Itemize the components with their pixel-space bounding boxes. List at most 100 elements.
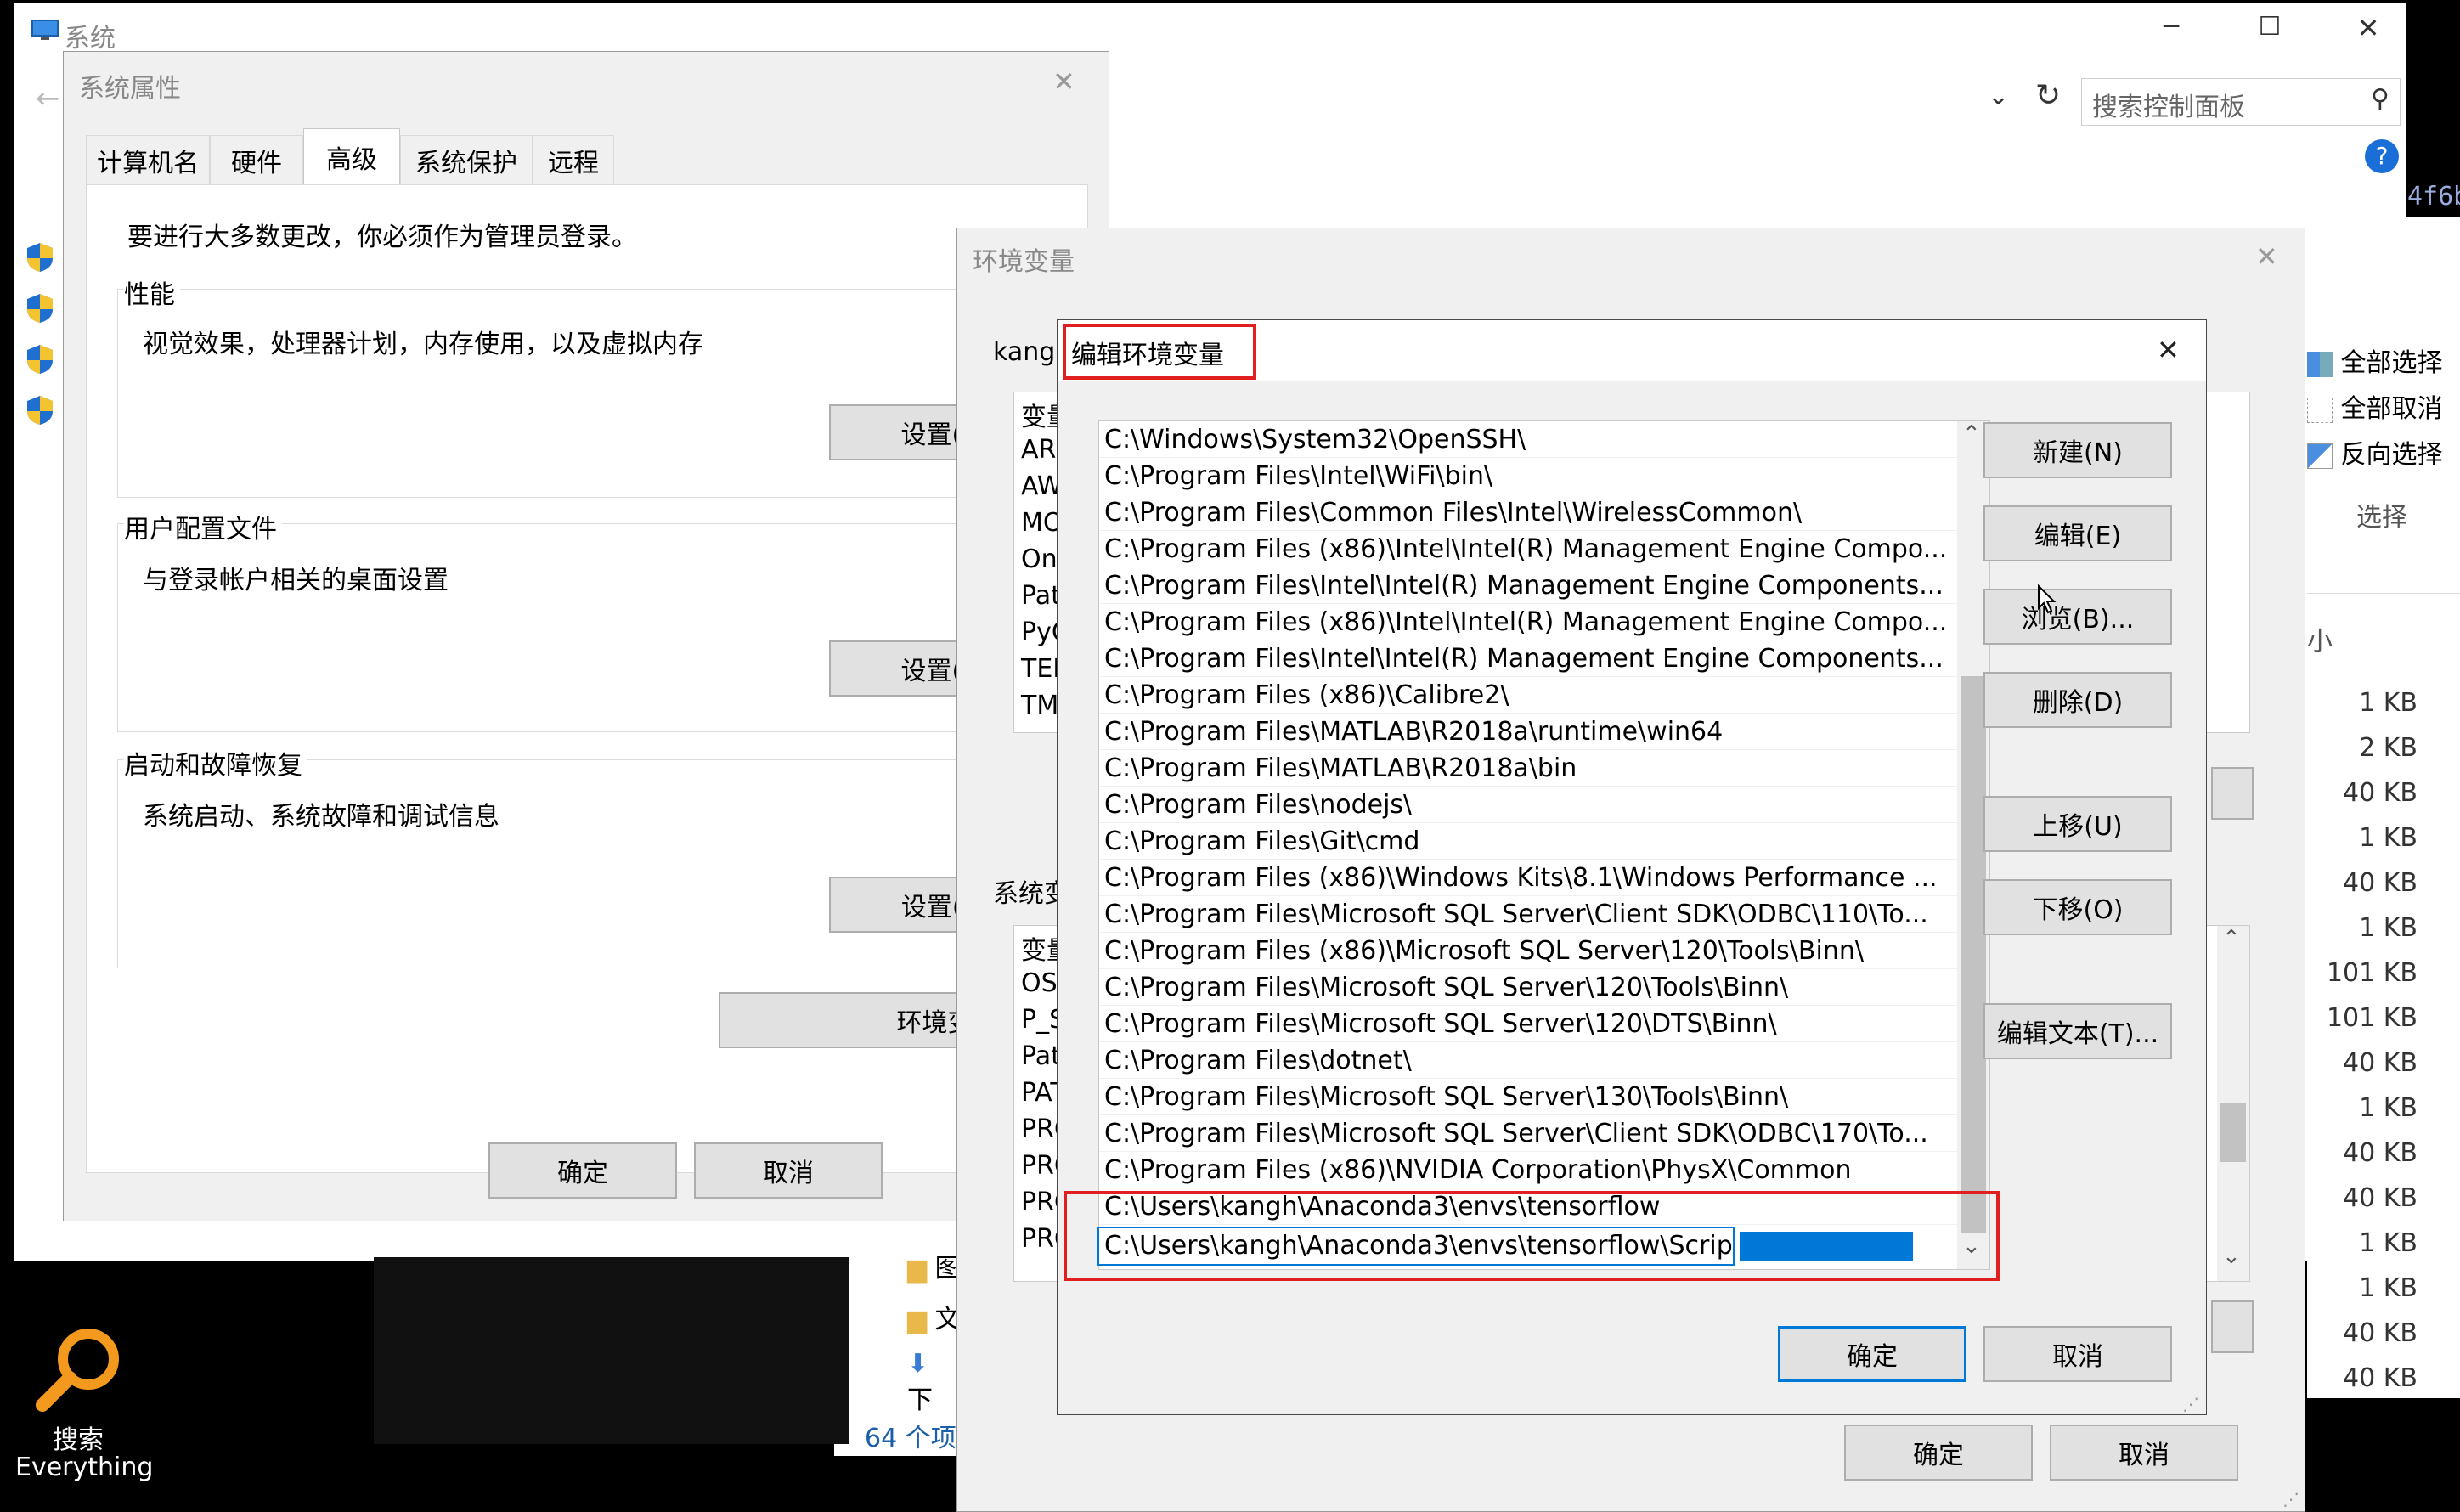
help-icon[interactable]: ? (2365, 139, 2399, 173)
path-row[interactable]: C:\Program Files\Microsoft SQL Server\Cl… (1099, 896, 1959, 933)
folder-icon: ▆ (907, 1254, 928, 1284)
back-arrow-icon[interactable]: ← (36, 82, 60, 116)
resize-grip-icon[interactable]: ⋰ (2182, 1394, 2199, 1414)
scroll-up-icon[interactable]: ⌃ (2222, 926, 2241, 951)
resize-grip-icon[interactable]: ⋰ (2282, 1489, 2299, 1509)
tree-item-pictures[interactable]: ▆ 图 (907, 1247, 961, 1284)
system-properties-close-icon[interactable]: ✕ (1052, 65, 1075, 98)
env-vars-close-icon[interactable]: ✕ (2255, 240, 2278, 273)
browse-path-button[interactable]: 浏览(B)... (1983, 589, 2172, 645)
path-row[interactable]: C:\Program Files (x86)\Microsoft SQL Ser… (1099, 933, 1959, 969)
partial-hash-text: 4f6b (2407, 182, 2460, 212)
refresh-icon[interactable]: ↻ (2035, 78, 2061, 113)
user-profiles-group (117, 523, 1077, 732)
system-var-row[interactable]: Pat (1021, 1041, 1061, 1071)
edit-text-button[interactable]: 编辑文本(T)... (1983, 1003, 2172, 1059)
env-vars-ok-button[interactable]: 确定 (1844, 1425, 2033, 1481)
performance-title: 性能 (124, 274, 180, 311)
system-var-row[interactable]: OS (1021, 968, 1058, 998)
download-folder-icon: ⬇ (907, 1349, 929, 1379)
path-row[interactable]: C:\Program Files\MATLAB\R2018a\bin (1099, 750, 1959, 787)
tab-strip: 计算机名 硬件 高级 系统保护 远程 (86, 128, 697, 184)
edit-env-ok-button[interactable]: 确定 (1778, 1326, 1966, 1382)
path-list[interactable]: C:\Windows\System32\OpenSSH\ C:\Program F… (1098, 420, 1990, 1270)
item-count: 64 个项 (865, 1424, 956, 1453)
ribbon-select-none[interactable]: 全部取消 (2307, 387, 2443, 425)
ribbon-select-all[interactable]: 全部选择 (2307, 341, 2443, 379)
tab-hardware[interactable]: 硬件 (210, 135, 303, 184)
system-vars-scrollbar[interactable]: ⌃ ⌄ (2217, 926, 2249, 1281)
move-up-button[interactable]: 上移(U) (1983, 796, 2172, 852)
path-row[interactable]: C:\Program Files\Common Files\Intel\Wire… (1099, 494, 1959, 531)
search-input[interactable]: 搜索控制面板 (2092, 86, 2245, 123)
tree-item-downloads[interactable]: ⬇ 下 (907, 1349, 962, 1416)
chevron-down-icon[interactable]: ⌄ (1988, 82, 2009, 111)
path-rows: C:\Windows\System32\OpenSSH\ C:\Program F… (1099, 421, 1959, 1225)
path-row[interactable]: C:\Program Files\Intel\Intel(R) Manageme… (1099, 640, 1959, 677)
path-row[interactable]: C:\Program Files\Git\cmd (1099, 823, 1959, 860)
system-properties-cancel-button[interactable]: 取消 (694, 1142, 883, 1199)
ribbon-invert-selection[interactable]: 反向选择 (2307, 433, 2443, 471)
edit-path-button[interactable]: 编辑(E) (1983, 505, 2172, 561)
left-pane-shield-icon-2[interactable] (25, 292, 54, 328)
path-row[interactable]: C:\Program Files (x86)\Windows Kits\8.1\… (1099, 860, 1959, 896)
system-properties-ok-button[interactable]: 确定 (488, 1142, 677, 1199)
new-path-button[interactable]: 新建(N) (1983, 422, 2172, 478)
path-row[interactable]: C:\Program Files\MATLAB\R2018a\runtime\w… (1099, 714, 1959, 750)
select-all-icon (2307, 351, 2333, 377)
maximize-button[interactable]: ☐ (2244, 12, 2295, 46)
user-var-row[interactable]: Pat (1021, 581, 1061, 611)
search-box[interactable]: 搜索控制面板 ⚲ (2081, 78, 2401, 126)
file-size-cell: 40 KB (2343, 1048, 2418, 1078)
close-button[interactable]: ✕ (2343, 12, 2394, 46)
path-row[interactable]: C:\Program Files\Intel\WiFi\bin\ (1099, 458, 1959, 494)
system-vars-hidden-button[interactable] (2211, 1300, 2254, 1353)
admin-note: 要进行大多数更改，你必须作为管理员登录。 (127, 223, 637, 252)
scroll-up-icon[interactable]: ⌃ (1962, 421, 1981, 447)
path-row[interactable]: C:\Program Files\Microsoft SQL Server\Cl… (1099, 1115, 1959, 1152)
scroll-thumb[interactable] (2220, 1103, 2246, 1162)
file-size-cell: 40 KB (2343, 778, 2418, 808)
path-row[interactable]: C:\Program Files\Microsoft SQL Server\12… (1099, 1006, 1959, 1042)
startup-recovery-title: 启动和故障恢复 (124, 744, 308, 781)
folder-icon: ▆ (907, 1305, 928, 1334)
move-down-button[interactable]: 下移(O) (1983, 879, 2172, 935)
left-pane-shield-icon-1[interactable] (25, 241, 54, 277)
left-pane-shield-icon-3[interactable] (25, 343, 54, 379)
search-icon[interactable]: ⚲ (2371, 84, 2389, 114)
size-column-header[interactable]: 小 (2307, 620, 2333, 657)
path-row[interactable]: C:\Program Files\nodejs\ (1099, 787, 1959, 823)
env-vars-cancel-button[interactable]: 取消 (2050, 1425, 2238, 1481)
path-row[interactable]: C:\Program Files (x86)\Intel\Intel(R) Ma… (1099, 531, 1959, 567)
edit-env-cancel-button[interactable]: 取消 (1983, 1326, 2172, 1382)
tree-item-documents[interactable]: ▆ 文 (907, 1298, 961, 1335)
invert-selection-label: 反向选择 (2340, 440, 2443, 470)
path-row[interactable]: C:\Windows\System32\OpenSSH\ (1099, 421, 1959, 458)
file-size-cell: 101 KB (2326, 958, 2418, 988)
tab-advanced[interactable]: 高级 (303, 128, 400, 184)
edit-env-close-icon[interactable]: ✕ (2157, 334, 2180, 366)
everything-label-2: Everything (15, 1453, 154, 1482)
system-properties-dialog: 系统属性 ✕ 计算机名 硬件 高级 系统保护 远程 要进行大多数更改，你必须作为… (63, 51, 1109, 1221)
tab-remote[interactable]: 远程 (533, 135, 614, 184)
performance-group (117, 289, 1077, 498)
path-row[interactable]: C:\Program Files\dotnet\ (1099, 1042, 1959, 1079)
file-size-cell: 2 KB (2359, 733, 2418, 763)
user-vars-hidden-button[interactable] (2211, 767, 2254, 820)
path-row[interactable]: C:\Program Files\Microsoft SQL Server\12… (1099, 969, 1959, 1006)
everything-search-icon[interactable] (32, 1322, 134, 1415)
minimize-button[interactable]: ─ (2146, 12, 2197, 46)
tab-computer-name[interactable]: 计算机名 (86, 135, 210, 184)
path-row[interactable]: C:\Program Files (x86)\Intel\Intel(R) Ma… (1099, 604, 1959, 640)
scroll-down-icon[interactable]: ⌄ (2222, 1244, 2241, 1269)
delete-path-button[interactable]: 删除(D) (1983, 672, 2172, 728)
scroll-thumb[interactable] (1961, 676, 1986, 1233)
path-row[interactable]: C:\Program Files\Microsoft SQL Server\13… (1099, 1079, 1959, 1115)
tab-system-protection[interactable]: 系统保护 (400, 135, 533, 184)
path-row[interactable]: C:\Program Files (x86)\NVIDIA Corporatio… (1099, 1152, 1959, 1188)
left-pane-shield-icon-4[interactable] (25, 394, 54, 430)
path-row[interactable]: C:\Program Files\Intel\Intel(R) Manageme… (1099, 567, 1959, 604)
everything-label-1: 搜索 (53, 1425, 104, 1455)
dark-panel (374, 1257, 849, 1444)
path-row[interactable]: C:\Program Files (x86)\Calibre2\ (1099, 677, 1959, 714)
